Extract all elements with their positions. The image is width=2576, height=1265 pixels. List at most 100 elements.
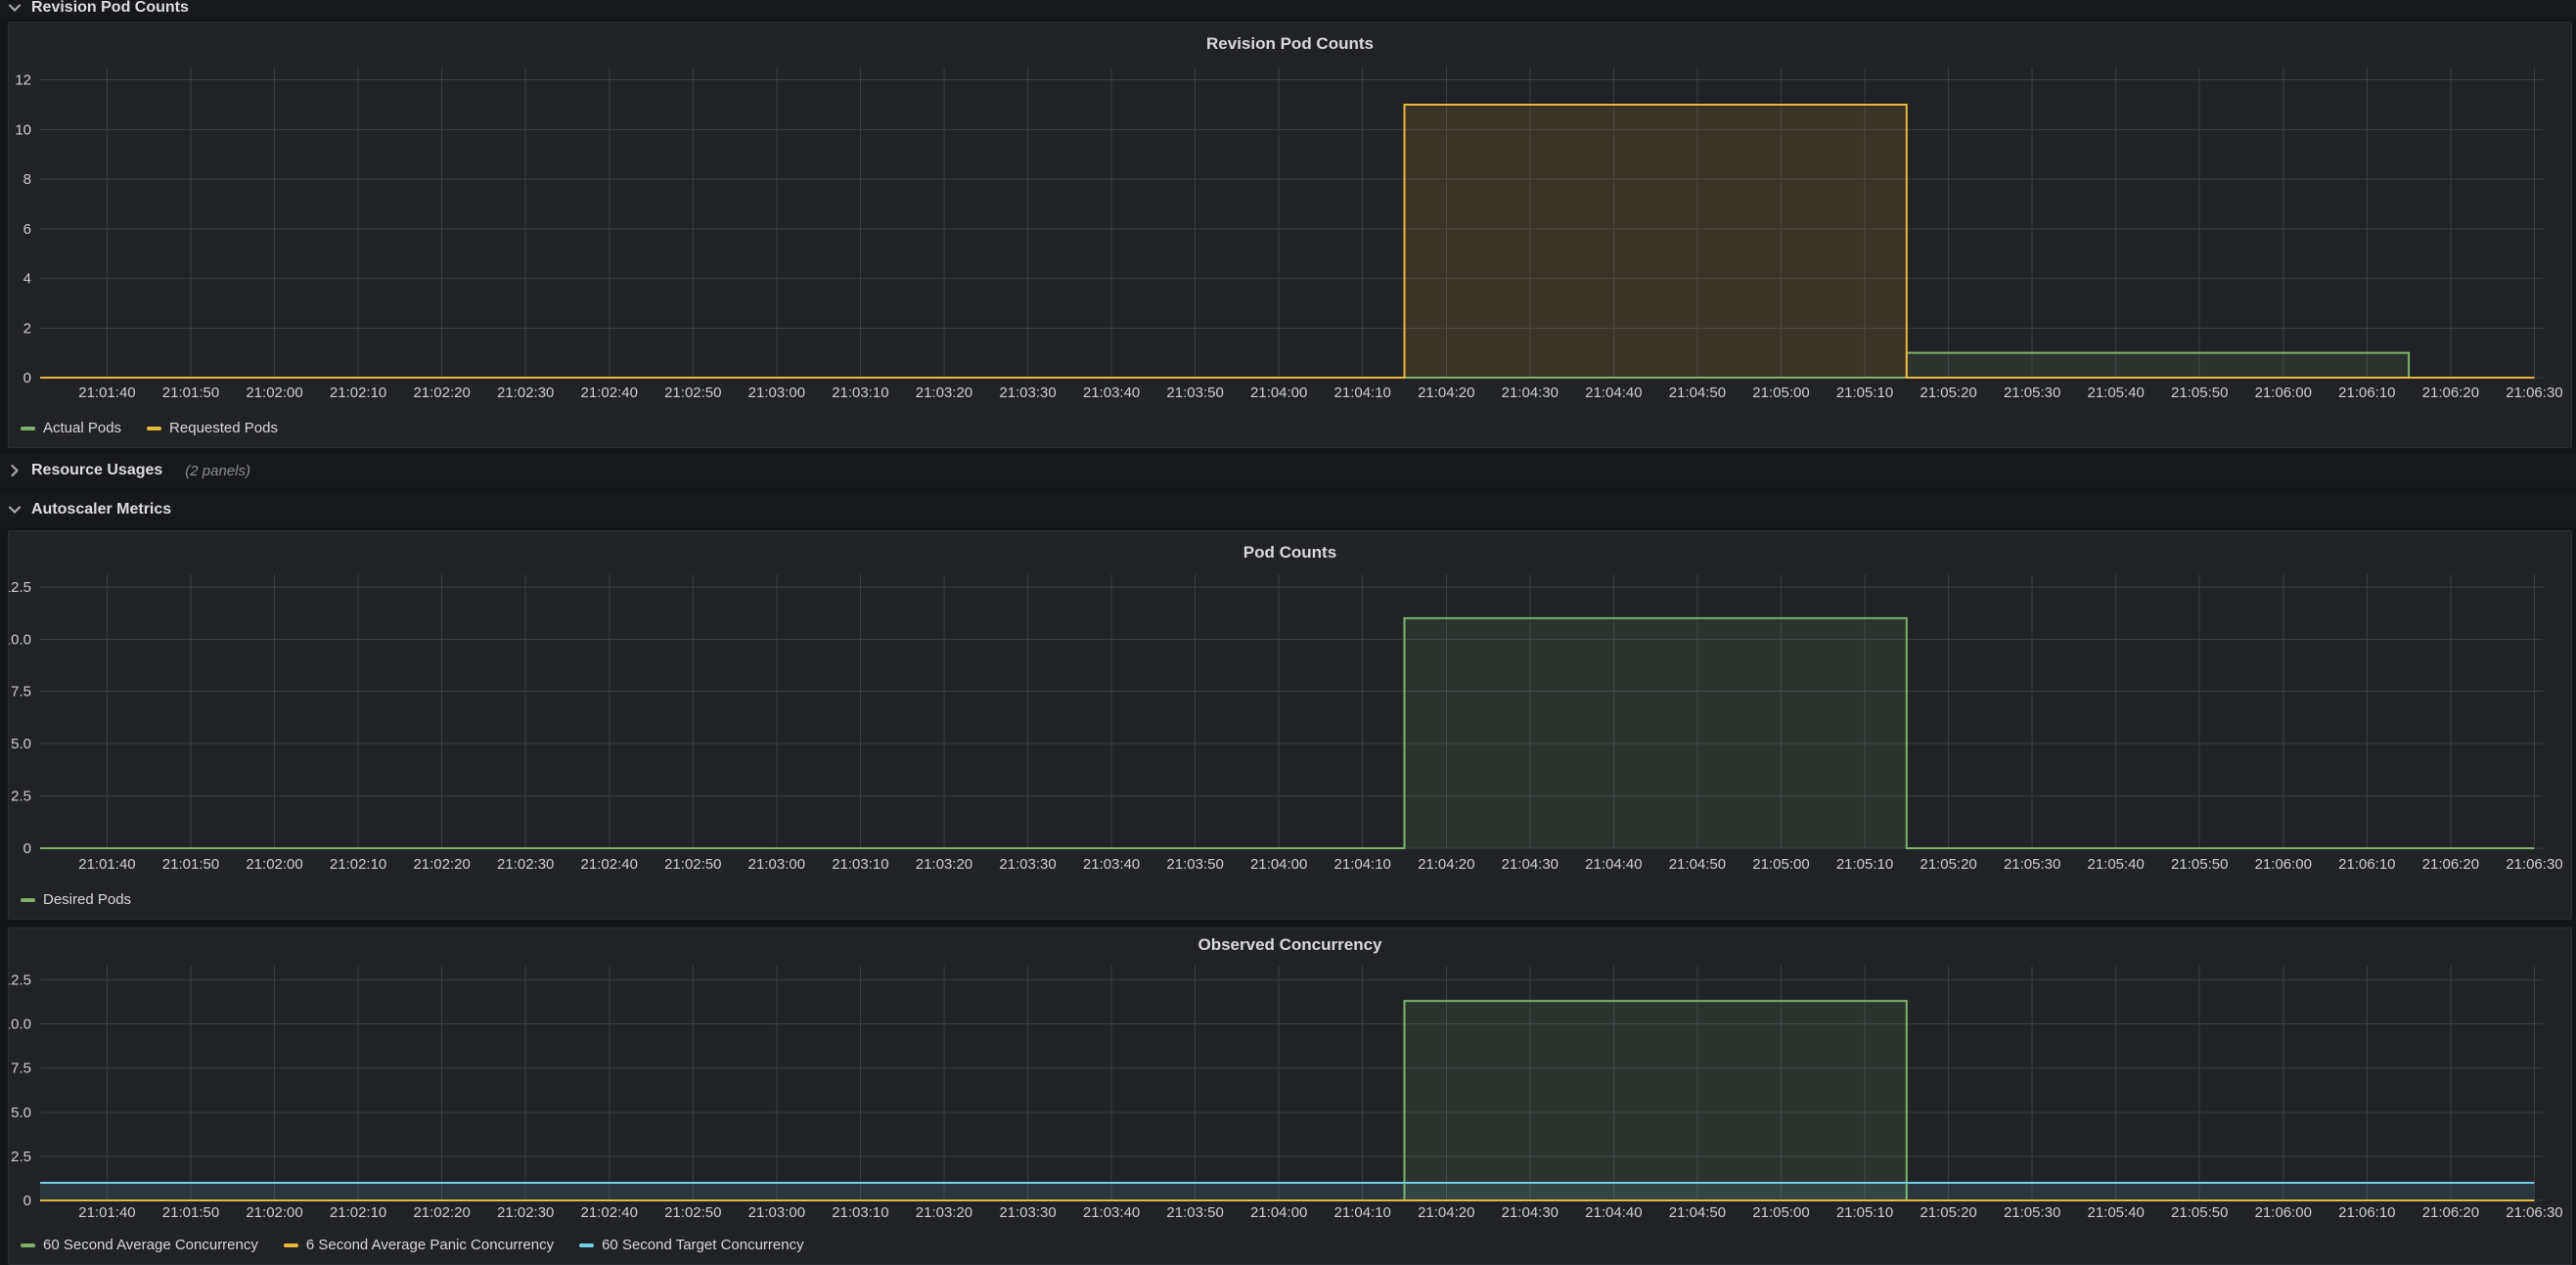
svg-text:7.5: 7.5: [11, 684, 31, 700]
svg-text:21:03:40: 21:03:40: [1083, 384, 1140, 401]
svg-text:8: 8: [23, 171, 31, 188]
chevron-down-icon: [7, 0, 23, 16]
svg-text:21:06:20: 21:06:20: [2422, 856, 2479, 873]
svg-text:21:03:10: 21:03:10: [832, 384, 888, 401]
svg-text:21:05:40: 21:05:40: [2087, 856, 2144, 873]
svg-text:21:02:00: 21:02:00: [246, 384, 302, 401]
svg-text:21:06:00: 21:06:00: [2255, 384, 2312, 401]
svg-text:21:06:30: 21:06:30: [2506, 1204, 2562, 1221]
svg-text:12: 12: [15, 72, 31, 89]
row-title: Resource Usages: [31, 462, 162, 479]
legend-item-60-second-target-concurrency[interactable]: 60 Second Target Concurrency: [579, 1237, 804, 1253]
svg-text:2: 2: [23, 320, 31, 337]
svg-text:21:02:00: 21:02:00: [246, 856, 302, 873]
svg-text:21:03:40: 21:03:40: [1083, 856, 1140, 873]
svg-text:21:05:20: 21:05:20: [1920, 856, 1976, 873]
svg-text:21:04:20: 21:04:20: [1418, 384, 1474, 401]
svg-text:21:03:20: 21:03:20: [916, 384, 972, 401]
grid-lines: [40, 966, 2543, 1200]
legend-label: 60 Second Average Concurrency: [43, 1237, 258, 1253]
svg-text:21:03:00: 21:03:00: [748, 856, 805, 873]
series-line: [40, 618, 2534, 848]
svg-text:21:05:40: 21:05:40: [2087, 384, 2144, 401]
row-panel-count: (2 panels): [185, 463, 250, 479]
panel-title[interactable]: Revision Pod Counts: [9, 34, 2571, 54]
panel-title[interactable]: Observed Concurrency: [9, 935, 2571, 955]
svg-text:21:03:00: 21:03:00: [748, 1204, 805, 1221]
row-header-revision-pod-counts[interactable]: Revision Pod Counts: [0, 0, 2576, 20]
svg-text:21:05:00: 21:05:00: [1752, 384, 1809, 401]
svg-text:21:03:50: 21:03:50: [1166, 1204, 1223, 1221]
svg-text:21:03:20: 21:03:20: [916, 856, 972, 873]
svg-text:21:02:00: 21:02:00: [246, 1204, 302, 1221]
x-axis-labels: 21:01:4021:01:5021:02:0021:02:1021:02:20…: [78, 1204, 2562, 1221]
legend-color-marker: [21, 427, 35, 430]
svg-text:21:05:00: 21:05:00: [1752, 856, 1809, 873]
svg-text:21:01:50: 21:01:50: [162, 1204, 219, 1221]
svg-text:21:04:50: 21:04:50: [1669, 856, 1726, 873]
legend-label: Requested Pods: [169, 420, 278, 436]
legend-item-6-second-average-panic-concurrency[interactable]: 6 Second Average Panic Concurrency: [284, 1237, 554, 1253]
legend-label: Actual Pods: [43, 420, 121, 436]
svg-text:21:02:40: 21:02:40: [581, 856, 638, 873]
svg-text:21:03:30: 21:03:30: [999, 1204, 1056, 1221]
svg-text:21:05:10: 21:05:10: [1836, 856, 1893, 873]
svg-text:21:03:10: 21:03:10: [832, 1204, 888, 1221]
observed-concurrency-chart[interactable]: 02.55.07.510.012.521:01:4021:01:5021:02:…: [9, 928, 2571, 1264]
pod-counts-chart[interactable]: 02.55.07.510.012.521:01:4021:01:5021:02:…: [9, 531, 2571, 919]
svg-text:6: 6: [23, 221, 31, 238]
legend-item-actual-pods[interactable]: Actual Pods: [21, 420, 121, 436]
svg-text:10: 10: [15, 121, 31, 138]
series-area: [40, 618, 2534, 848]
svg-text:21:04:20: 21:04:20: [1418, 1204, 1474, 1221]
legend-item-desired-pods[interactable]: Desired Pods: [21, 891, 131, 908]
panel-revision-pod-counts: Revision Pod Counts 02468101221:01:4021:…: [8, 22, 2572, 448]
row-header-autoscaler-metrics[interactable]: Autoscaler Metrics: [0, 492, 2576, 527]
svg-text:21:03:50: 21:03:50: [1166, 384, 1223, 401]
legend-item-requested-pods[interactable]: Requested Pods: [147, 420, 278, 436]
y-axis-labels: 024681012: [15, 72, 31, 386]
svg-text:21:02:30: 21:02:30: [497, 856, 554, 873]
svg-text:21:03:50: 21:03:50: [1166, 856, 1223, 873]
series-line: [40, 1001, 2534, 1200]
svg-text:5.0: 5.0: [11, 1105, 31, 1121]
svg-text:21:02:40: 21:02:40: [581, 1204, 638, 1221]
svg-text:21:03:20: 21:03:20: [916, 1204, 972, 1221]
svg-text:21:06:20: 21:06:20: [2422, 384, 2479, 401]
svg-text:21:04:00: 21:04:00: [1250, 1204, 1307, 1221]
panel-title-text: Observed Concurrency: [1198, 935, 1381, 954]
svg-text:21:04:40: 21:04:40: [1585, 1204, 1642, 1221]
revision-pod-counts-chart[interactable]: 02468101221:01:4021:01:5021:02:0021:02:1…: [9, 23, 2571, 447]
svg-text:10.0: 10.0: [9, 631, 31, 648]
svg-text:21:02:20: 21:02:20: [413, 1204, 470, 1221]
legend-item-60-second-average-concurrency[interactable]: 60 Second Average Concurrency: [21, 1237, 258, 1253]
svg-text:21:06:30: 21:06:30: [2506, 856, 2562, 873]
row-title: Revision Pod Counts: [31, 0, 189, 17]
svg-text:21:04:10: 21:04:10: [1334, 856, 1391, 873]
legend-color-marker: [21, 898, 35, 902]
svg-text:21:02:30: 21:02:30: [497, 1204, 554, 1221]
panel-observed-concurrency: Observed Concurrency 02.55.07.510.012.52…: [8, 927, 2572, 1265]
svg-text:21:03:30: 21:03:30: [999, 856, 1056, 873]
svg-text:21:06:20: 21:06:20: [2422, 1204, 2479, 1221]
svg-text:21:02:30: 21:02:30: [497, 384, 554, 401]
svg-text:21:04:10: 21:04:10: [1334, 1204, 1391, 1221]
svg-text:21:06:00: 21:06:00: [2255, 856, 2312, 873]
svg-text:21:06:10: 21:06:10: [2338, 856, 2395, 873]
legend: Actual Pods Requested Pods: [21, 420, 278, 436]
svg-text:21:06:10: 21:06:10: [2338, 1204, 2395, 1221]
svg-text:12.5: 12.5: [9, 579, 31, 596]
svg-text:21:06:00: 21:06:00: [2255, 1204, 2312, 1221]
svg-text:12.5: 12.5: [9, 971, 31, 988]
row-title: Autoscaler Metrics: [31, 501, 171, 519]
legend-label: Desired Pods: [43, 891, 131, 908]
svg-text:21:05:00: 21:05:00: [1752, 1204, 1809, 1221]
grid-lines: [40, 574, 2543, 848]
panel-title[interactable]: Pod Counts: [9, 543, 2571, 563]
series-area: [40, 353, 2534, 378]
svg-text:21:02:10: 21:02:10: [330, 856, 386, 873]
svg-text:21:04:20: 21:04:20: [1418, 856, 1474, 873]
svg-text:21:04:50: 21:04:50: [1669, 384, 1726, 401]
row-header-resource-usages[interactable]: Resource Usages (2 panels): [0, 454, 2576, 487]
svg-text:21:06:10: 21:06:10: [2338, 384, 2395, 401]
